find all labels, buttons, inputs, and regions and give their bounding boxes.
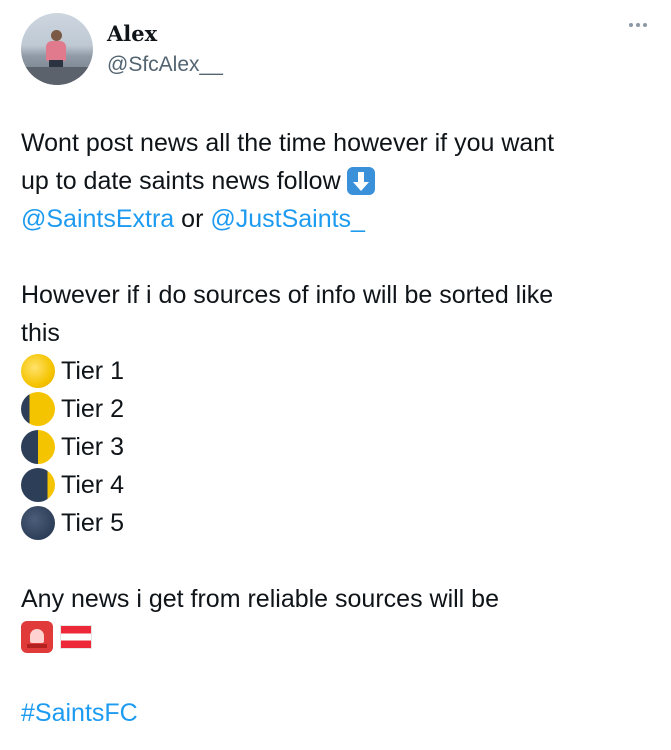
austria-flag-icon	[61, 626, 91, 648]
more-options-icon[interactable]	[629, 23, 647, 27]
tier-item: Tier 5	[21, 504, 651, 542]
new-moon-icon	[21, 506, 55, 540]
waning-gibbous-moon-icon	[21, 392, 55, 426]
tier-item: Tier 2	[21, 390, 651, 428]
police-siren-icon	[21, 621, 53, 653]
tweet-line: However if i do sources of info will be …	[21, 281, 554, 309]
tweet-text: Wont post news all the time however if y…	[21, 124, 651, 732]
author-handle[interactable]: @SfcAlex__	[107, 53, 223, 77]
tweet-line: @SaintsExtra or @JustSaints_	[21, 200, 651, 238]
hashtag-saintsfc-link[interactable]: #SaintsFC	[21, 694, 138, 732]
waning-crescent-moon-icon	[21, 468, 55, 502]
tweet-line: this	[21, 319, 60, 347]
tweet-line: #SaintsFC	[21, 694, 651, 732]
tweet-line: up to date saints news follow	[21, 162, 651, 200]
tier-item: Tier 4	[21, 466, 651, 504]
tweet-line: Any news i get from reliable sources wil…	[21, 585, 499, 613]
tweet-line: Wont post news all the time however if y…	[21, 129, 555, 157]
tweet-header: Alex @SfcAlex__	[21, 13, 651, 85]
down-arrow-icon	[346, 167, 375, 195]
tier-item: Tier 1	[21, 352, 651, 390]
mention-justsaints-link[interactable]: @JustSaints_	[210, 200, 365, 238]
last-quarter-moon-icon	[21, 430, 55, 464]
full-moon-icon	[21, 354, 55, 388]
mention-saintsextra-link[interactable]: @SaintsExtra	[21, 200, 174, 238]
tier-item: Tier 3	[21, 428, 651, 466]
avatar[interactable]	[21, 13, 93, 85]
author-name[interactable]: Alex	[107, 21, 157, 46]
tweet-line	[21, 618, 651, 656]
